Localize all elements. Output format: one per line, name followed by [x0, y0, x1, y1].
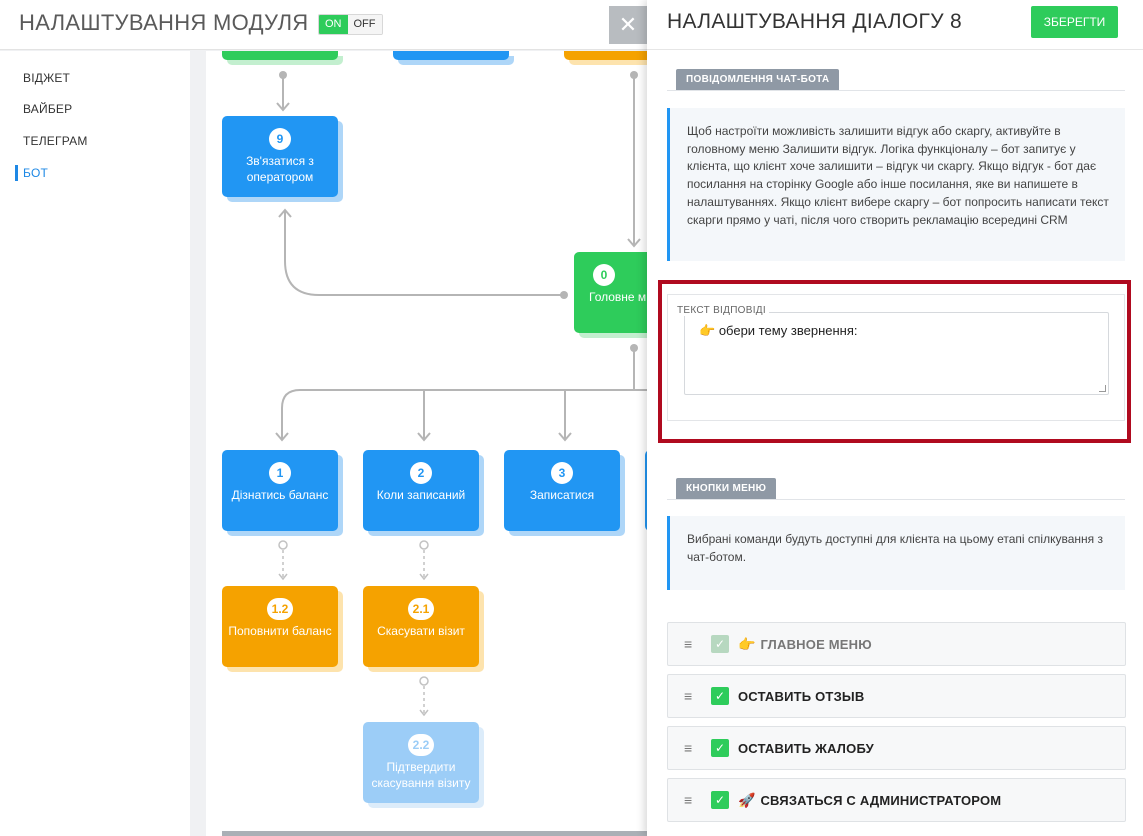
menu-button-row[interactable]: ≡ ✓ 👉 ГЛАВНОЕ МЕНЮ	[667, 622, 1126, 666]
section-tab-chat-messages: ПОВІДОМЛЕННЯ ЧАТ-БОТА	[676, 69, 840, 90]
node-number-badge: 0	[593, 264, 615, 286]
drag-handle-icon[interactable]: ≡	[684, 688, 696, 704]
pointing-hand-icon: 👉	[738, 635, 756, 652]
flow-node-1[interactable]: 1 Дізнатись баланс	[222, 450, 338, 531]
menu-button-label: ГЛАВНОЕ МЕНЮ	[760, 636, 872, 652]
flow-node-3[interactable]: 3 Записатися	[504, 450, 620, 531]
node-number-badge: 2.1	[407, 598, 435, 620]
toggle-off[interactable]: OFF	[347, 15, 382, 34]
node-number-badge: 2	[410, 462, 432, 484]
module-toggle[interactable]: ON OFF	[318, 14, 383, 35]
node-number-badge: 1.2	[266, 598, 294, 620]
menu-info-box: Вибрані команди будуть доступні для кліє…	[667, 516, 1125, 590]
menu-button-label: СВЯЗАТЬСЯ С АДМИНИСТРАТОРОМ	[760, 792, 1002, 808]
menu-button-label: ОСТАВИТЬ ЖАЛОБУ	[738, 740, 874, 756]
flow-node-partial[interactable]	[393, 51, 509, 60]
toggle-on[interactable]: ON	[319, 15, 348, 34]
flow-node-2-1[interactable]: 2.1 Скасувати візит	[363, 586, 479, 667]
checkbox-checked-icon[interactable]: ✓	[711, 687, 729, 705]
drag-handle-icon[interactable]: ≡	[684, 636, 696, 652]
panel-title: НАЛАШТУВАННЯ ДІАЛОГУ 8	[667, 10, 962, 33]
rocket-icon: 🚀	[738, 791, 756, 808]
save-button[interactable]: ЗБЕРЕГТИ	[1031, 6, 1118, 38]
divider	[647, 49, 1143, 50]
divider	[667, 499, 1125, 500]
node-label: Поповнити баланс	[228, 624, 332, 638]
module-header: НАЛАШТУВАННЯ МОДУЛЯ ON OFF	[0, 0, 650, 50]
dialog-settings-panel: НАЛАШТУВАННЯ ДІАЛОГУ 8 ЗБЕРЕГТИ ПОВІДОМЛ…	[647, 0, 1143, 836]
highlight-box	[658, 280, 1131, 443]
flow-node-partial[interactable]	[222, 51, 338, 60]
flow-node-9[interactable]: 9 Зв'язатися з оператором	[222, 116, 338, 197]
node-number-badge: 1	[269, 462, 291, 484]
node-label: Головне м	[589, 290, 647, 304]
menu-button-row[interactable]: ≡ ✓ 🚀 СВЯЗАТЬСЯ С АДМИНИСТРАТОРОМ	[667, 778, 1126, 822]
page-title: НАЛАШТУВАННЯ МОДУЛЯ	[19, 10, 309, 35]
node-label: Дізнатись баланс	[231, 488, 329, 502]
checkbox-checked-icon[interactable]: ✓	[711, 739, 729, 757]
sidebar-item-telegram[interactable]: ТЕЛЕГРАМ	[23, 134, 88, 148]
sidebar-item-widget[interactable]: ВІДЖЕТ	[23, 71, 70, 85]
checkbox-checked-icon[interactable]: ✓	[711, 791, 729, 809]
menu-button-row[interactable]: ≡ ✓ ОСТАВИТЬ ОТЗЫВ	[667, 674, 1126, 718]
node-label: Коли записаний	[376, 488, 466, 502]
horizontal-scrollbar[interactable]	[222, 831, 656, 836]
flow-node-1-2[interactable]: 1.2 Поповнити баланс	[222, 586, 338, 667]
section-tab-menu-buttons: КНОПКИ МЕНЮ	[676, 478, 777, 499]
menu-button-row[interactable]: ≡ ✓ ОСТАВИТЬ ЖАЛОБУ	[667, 726, 1126, 770]
node-label: Записатися	[529, 488, 595, 502]
drag-handle-icon[interactable]: ≡	[684, 740, 696, 756]
flow-node-2[interactable]: 2 Коли записаний	[363, 450, 479, 531]
checkbox-checked-icon[interactable]: ✓	[711, 635, 729, 653]
sidebar-item-bot[interactable]: БОТ	[23, 166, 48, 180]
drag-handle-icon[interactable]: ≡	[684, 792, 696, 808]
flow-canvas[interactable]: 9 Зв'язатися з оператором 0 Головне м 1 …	[206, 51, 656, 836]
flow-node-partial[interactable]	[564, 51, 656, 60]
chat-info-box: Щоб настроїти можливість залишити відгук…	[667, 108, 1125, 261]
sidebar: ВІДЖЕТ ВАЙБЕР ТЕЛЕГРАМ БОТ	[0, 51, 190, 836]
flow-node-2-2[interactable]: 2.2 Підтвердити скасування візиту	[363, 722, 479, 803]
node-label: Скасувати візит	[377, 624, 465, 638]
menu-button-label: ОСТАВИТЬ ОТЗЫВ	[738, 688, 865, 704]
node-label: Підтвердити скасування візиту	[371, 760, 471, 790]
active-indicator	[15, 165, 18, 181]
node-label: Зв'язатися з оператором	[246, 154, 314, 184]
divider	[667, 90, 1125, 91]
sidebar-item-viber[interactable]: ВАЙБЕР	[23, 102, 72, 116]
node-number-badge: 9	[269, 128, 291, 150]
close-icon[interactable]: ✕	[609, 6, 647, 44]
node-number-badge: 3	[551, 462, 573, 484]
node-number-badge: 2.2	[407, 734, 435, 756]
flow-node-0[interactable]: 0 Головне м	[574, 252, 656, 333]
